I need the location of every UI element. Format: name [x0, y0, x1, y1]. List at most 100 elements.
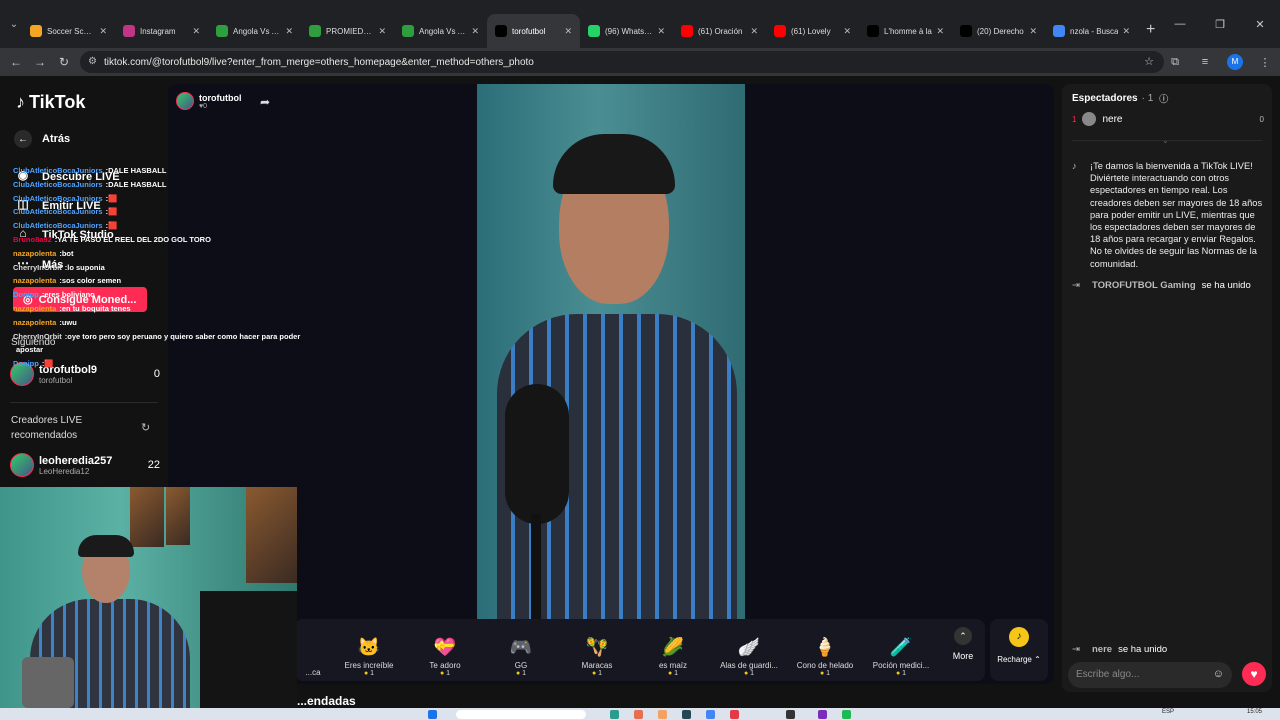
chat-username[interactable]: CherryInOrbit — [13, 261, 62, 275]
refresh-icon[interactable]: ↻ — [141, 421, 150, 434]
new-tab-button[interactable]: + — [1146, 21, 1155, 39]
taskbar-search-box[interactable] — [456, 710, 586, 719]
tiktok-logo[interactable]: ♪ TikTok — [16, 92, 85, 113]
chat-placeholder: Escribe algo... — [1076, 669, 1140, 680]
browser-tab[interactable]: Angola Vs Arg ✕ — [208, 14, 301, 48]
gift-name: Maracas — [581, 661, 613, 670]
expand-chevron-icon[interactable]: ⌄ — [1162, 136, 1169, 145]
windows-start-icon[interactable] — [428, 710, 437, 719]
gift-name: ...ca — [305, 668, 321, 677]
back-arrow-icon[interactable]: ← — [4, 55, 28, 69]
taskbar-app-icon[interactable] — [730, 710, 739, 719]
recommended-account[interactable]: leoheredia257 LeoHeredia12 22 — [10, 452, 160, 478]
browser-tab[interactable]: (20) Derecho ✕ — [952, 14, 1045, 48]
tab-close-icon[interactable]: ✕ — [471, 26, 479, 37]
emoji-icon[interactable]: ☺ — [1213, 668, 1224, 680]
chat-username[interactable]: nazapolenta — [13, 274, 56, 288]
like-heart-button[interactable]: ♥ — [1242, 662, 1266, 686]
live-video[interactable] — [477, 84, 745, 620]
browser-menu-icon[interactable]: ⋮ — [1250, 56, 1280, 69]
chat-username[interactable]: ClubAtleticoBocaJuniors — [13, 219, 103, 233]
taskbar-app-icon[interactable] — [818, 710, 827, 719]
restore-icon[interactable]: ❐ — [1200, 18, 1240, 31]
gift-item[interactable]: 🌹...ca — [295, 619, 331, 681]
chat-username[interactable]: ClubAtleticoBocaJuniors — [13, 192, 103, 206]
bookmark-star-icon[interactable]: ☆ — [1144, 55, 1154, 68]
gift-item[interactable]: 🧪 Poción medici... ● 1 — [863, 619, 939, 681]
join-user[interactable]: nere — [1092, 644, 1112, 655]
tab-close-icon[interactable]: ✕ — [378, 26, 386, 37]
gift-item[interactable]: 🌽 es maíz ● 1 — [635, 619, 711, 681]
chat-text: eres boliviano — [44, 290, 95, 300]
chat-username[interactable]: ClubAtleticoBocaJuniors — [13, 164, 103, 178]
tab-close-icon[interactable]: ✕ — [1029, 26, 1037, 37]
spectators-label: Espectadores — [1072, 93, 1138, 104]
chat-username[interactable]: Bruno8a92 — [13, 233, 52, 247]
chat-username[interactable]: Donipp — [13, 357, 39, 371]
forward-arrow-icon[interactable]: → — [28, 55, 52, 69]
help-icon[interactable]: ⓘ — [1159, 92, 1168, 105]
browser-tab[interactable]: (61) Oración ✕ — [673, 14, 766, 48]
chat-input[interactable]: Escribe algo... ☺ — [1068, 662, 1232, 688]
gift-item[interactable]: 🍦 Cono de helado ● 1 — [787, 619, 863, 681]
tab-close-icon[interactable]: ✕ — [1122, 26, 1130, 37]
browser-tab[interactable]: Angola Vs Arg ✕ — [394, 14, 487, 48]
gift-item[interactable]: 💝 Te adoro ● 1 — [407, 619, 483, 681]
profile-avatar[interactable]: M — [1227, 54, 1243, 70]
chat-username[interactable]: ClubAtleticoBocaJuniors — [13, 178, 103, 192]
chat-username[interactable]: nazapolenta — [13, 316, 56, 330]
url-field[interactable]: ⚙ tiktok.com/@torofutbol9/live?enter_fro… — [80, 51, 1164, 73]
tab-close-icon[interactable]: ✕ — [99, 26, 107, 37]
tab-close-icon[interactable]: ✕ — [936, 26, 944, 37]
tab-close-icon[interactable]: ✕ — [564, 26, 572, 37]
tab-search-icon[interactable]: ⌄ — [6, 16, 22, 32]
taskbar-app-icon[interactable] — [786, 710, 795, 719]
taskbar-spotify-icon[interactable] — [842, 710, 851, 719]
tab-close-icon[interactable]: ✕ — [285, 26, 293, 37]
chat-username[interactable]: ClubAtleticoBocaJuniors — [13, 205, 103, 219]
gift-price: ● 1 — [440, 670, 450, 677]
site-info-icon[interactable]: ⚙ — [88, 56, 97, 67]
reload-icon[interactable]: ↻ — [52, 55, 76, 69]
share-icon[interactable]: ➦ — [260, 95, 270, 109]
join-user[interactable]: TOROFUTBOL Gaming — [1092, 280, 1196, 291]
taskbar-app-icon[interactable] — [682, 710, 691, 719]
close-window-icon[interactable]: ✕ — [1240, 18, 1280, 31]
tab-close-icon[interactable]: ✕ — [657, 26, 665, 37]
more-gifts-button[interactable]: ⌃ More — [945, 627, 981, 661]
top-viewer[interactable]: 1 nere 0 — [1072, 112, 1264, 126]
extensions-icon[interactable]: ⧉ — [1160, 56, 1190, 69]
browser-tab[interactable]: nzola - Busca ✕ — [1045, 14, 1138, 48]
spectators-header[interactable]: Espectadores · 1 ⓘ — [1072, 92, 1168, 105]
taskbar-app-icon[interactable] — [634, 710, 643, 719]
chat-username[interactable]: Donipp — [13, 288, 39, 302]
browser-tab[interactable]: (61) Lovely ✕ — [766, 14, 859, 48]
minimize-icon[interactable]: — — [1160, 18, 1200, 30]
chat-username[interactable]: CherryInOrbit — [13, 330, 62, 344]
browser-tab[interactable]: PROMIEDOS ✕ — [301, 14, 394, 48]
taskbar-chrome-icon[interactable] — [706, 710, 715, 719]
browser-tab[interactable]: Soccer Scores ✕ — [22, 14, 115, 48]
browser-tab[interactable]: torofutbol ✕ — [487, 14, 580, 48]
browser-tab[interactable]: Instagram ✕ — [115, 14, 208, 48]
back-link[interactable]: ← Atrás — [14, 130, 70, 148]
gift-item[interactable]: 🪽 Alas de guardi... ● 1 — [711, 619, 787, 681]
host-info[interactable]: torofutbol ♥0 — [176, 92, 241, 110]
tab-close-icon[interactable]: ✕ — [750, 26, 758, 37]
gift-item[interactable]: 🪇 Maracas ● 1 — [559, 619, 635, 681]
browser-tab[interactable]: L'homme à la ✕ — [859, 14, 952, 48]
media-control-icon[interactable]: ≡ — [1190, 56, 1220, 68]
gift-item[interactable]: 🐱 Eres increíble ● 1 — [331, 619, 407, 681]
clock[interactable]: 15:05 — [1247, 709, 1262, 715]
chat-username[interactable]: nazapolenta — [13, 247, 56, 261]
tab-close-icon[interactable]: ✕ — [843, 26, 851, 37]
keyboard-language[interactable]: ESP — [1162, 709, 1174, 715]
tab-close-icon[interactable]: ✕ — [192, 26, 200, 37]
gift-item[interactable]: 🎮 GG ● 1 — [483, 619, 559, 681]
chat-username[interactable]: nazapolenta — [13, 302, 56, 316]
viewer-name: nere — [1102, 113, 1123, 125]
recharge-button[interactable]: ♪ Recharge ⌃ — [990, 619, 1048, 681]
taskbar-app-icon[interactable] — [658, 710, 667, 719]
taskbar-app-icon[interactable] — [610, 710, 619, 719]
browser-tab[interactable]: (96) WhatsApp ✕ — [580, 14, 673, 48]
